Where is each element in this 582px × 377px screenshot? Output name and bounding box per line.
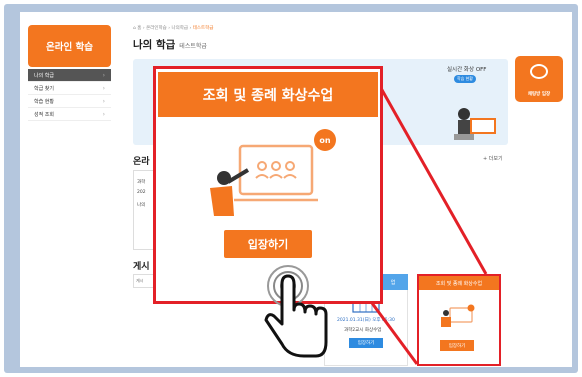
video-lesson-large-icon (210, 144, 318, 216)
zoomed-card-title: 조회 및 종례 화상수업 (158, 72, 378, 117)
click-pointer-icon (264, 265, 328, 358)
page-window: 온라인 학습 나의 학급 › 학급 찾기 › 학습 현황 › 성적 조회 › ⌂… (20, 12, 572, 367)
zoomed-enter-button[interactable]: 입장하기 (224, 230, 312, 258)
on-air-badge: on (314, 129, 336, 151)
